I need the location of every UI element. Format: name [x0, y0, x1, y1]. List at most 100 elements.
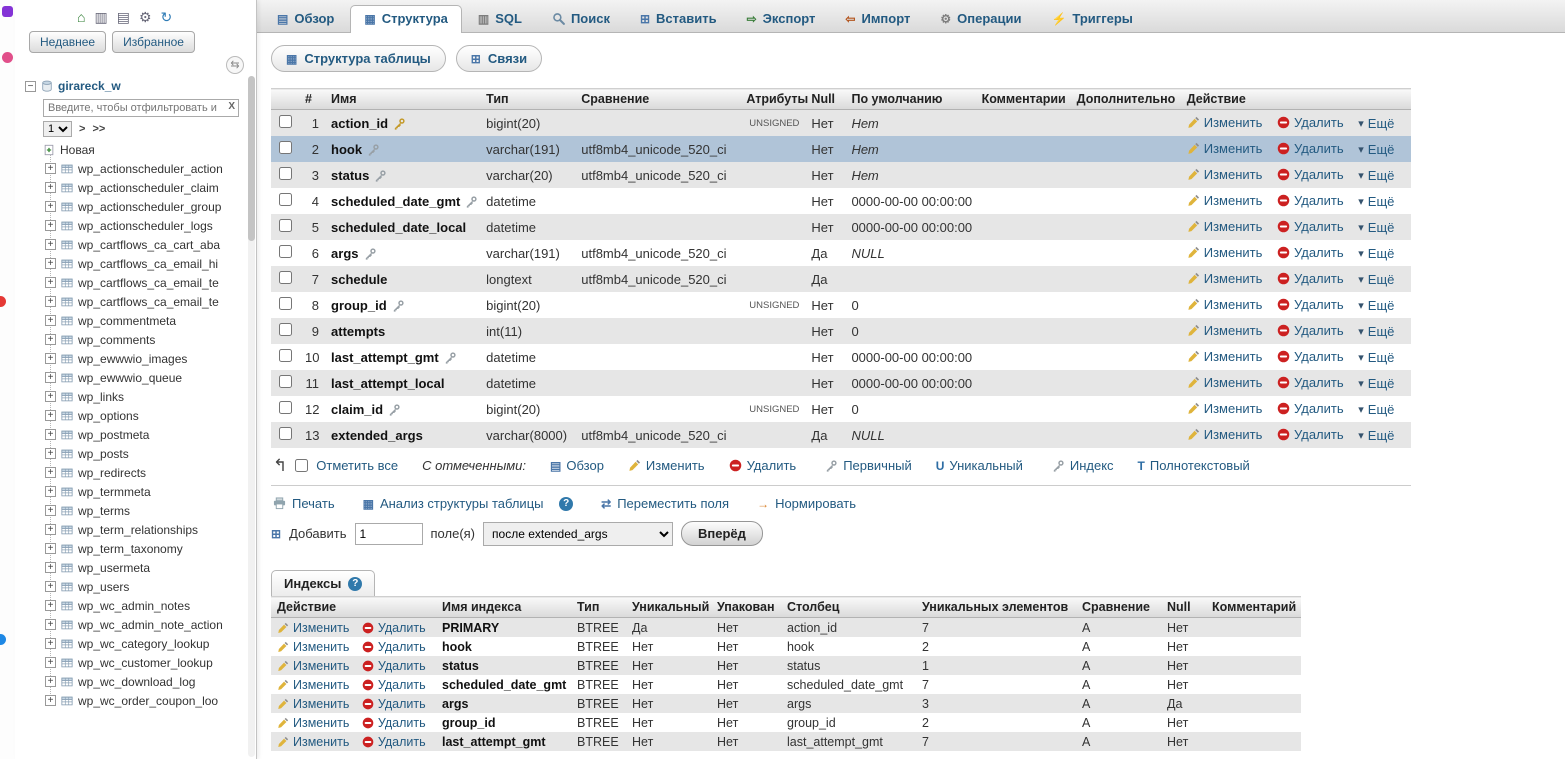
change-column-link[interactable]: Изменить — [1187, 297, 1262, 312]
expand-icon[interactable]: + — [45, 657, 56, 668]
more-actions-link[interactable]: ▾ Ещё — [1358, 376, 1394, 391]
row-checkbox[interactable] — [278, 115, 292, 128]
expand-icon[interactable]: + — [45, 201, 56, 212]
table-link[interactable]: wp_options — [78, 409, 139, 423]
tab-export[interactable]: ⇨ Экспорт — [733, 5, 830, 33]
change-column-link[interactable]: Изменить — [1187, 323, 1262, 338]
drop-column-link[interactable]: Удалить — [1277, 245, 1344, 260]
add-position-select[interactable]: после extended_args — [483, 521, 674, 546]
edit-index-link[interactable]: Изменить — [277, 678, 349, 692]
expand-icon[interactable]: + — [45, 334, 56, 345]
expand-icon[interactable]: + — [45, 410, 56, 421]
row-checkbox[interactable] — [278, 167, 292, 180]
tab-sql[interactable]: ▥ SQL — [464, 5, 536, 33]
edit-index-link[interactable]: Изменить — [277, 716, 349, 730]
home-icon[interactable]: ⌂ — [77, 9, 85, 25]
row-checkbox[interactable] — [278, 349, 292, 362]
selected-drop-button[interactable]: Удалить — [729, 458, 796, 473]
row-checkbox[interactable] — [278, 427, 292, 440]
check-all-label[interactable]: Отметить все — [316, 458, 398, 473]
selected-change-button[interactable]: Изменить — [628, 458, 705, 473]
table-link[interactable]: wp_actionscheduler_action — [78, 162, 223, 176]
drop-column-link[interactable]: Удалить — [1277, 271, 1344, 286]
more-actions-link[interactable]: ▾ Ещё — [1358, 298, 1394, 313]
row-checkbox[interactable] — [278, 245, 292, 258]
expand-icon[interactable]: + — [45, 695, 56, 706]
add-count-input[interactable] — [354, 522, 423, 545]
edit-index-link[interactable]: Изменить — [277, 659, 349, 673]
expand-icon[interactable]: + — [45, 258, 56, 269]
selected-primary-button[interactable]: Первичный — [820, 458, 912, 473]
table-link[interactable]: wp_users — [78, 580, 129, 594]
edit-index-link[interactable]: Изменить — [277, 621, 349, 635]
selected-unique-button[interactable]: U Уникальный — [936, 458, 1023, 473]
expand-icon[interactable]: + — [45, 467, 56, 478]
table-structure-button[interactable]: ▦ Структура таблицы — [271, 45, 446, 72]
collapse-all-icon[interactable]: ⇆ — [226, 56, 244, 74]
expand-icon[interactable]: + — [45, 581, 56, 592]
move-columns-button[interactable]: ⇄ Переместить поля — [601, 496, 729, 511]
page-last-link[interactable]: >> — [92, 123, 105, 135]
table-link[interactable]: wp_comments — [78, 333, 155, 347]
expand-icon[interactable]: + — [45, 315, 56, 326]
tab-triggers[interactable]: ⚡ Триггеры — [1037, 5, 1146, 33]
table-link[interactable]: wp_ewwwio_images — [78, 352, 187, 366]
row-checkbox[interactable] — [278, 401, 292, 414]
table-link[interactable]: wp_ewwwio_queue — [78, 371, 182, 385]
row-checkbox[interactable] — [278, 219, 292, 232]
edit-index-link[interactable]: Изменить — [277, 735, 349, 749]
table-link[interactable]: wp_actionscheduler_claim — [78, 181, 219, 195]
table-link[interactable]: wp_wc_customer_lookup — [78, 656, 213, 670]
row-checkbox[interactable] — [278, 297, 292, 310]
bookmark-icon[interactable] — [0, 634, 6, 645]
edit-index-link[interactable]: Изменить — [277, 640, 349, 654]
expand-icon[interactable]: + — [45, 505, 56, 516]
expand-icon[interactable]: + — [45, 562, 56, 573]
refresh-icon[interactable]: ↻ — [161, 9, 173, 25]
expand-icon[interactable]: + — [45, 239, 56, 250]
tab-browse[interactable]: ▤ Обзор — [263, 5, 348, 33]
page-select[interactable]: 1 — [43, 121, 72, 137]
selected-browse-button[interactable]: ▤ Обзор — [550, 458, 604, 473]
change-column-link[interactable]: Изменить — [1187, 141, 1262, 156]
table-link[interactable]: wp_wc_admin_note_action — [78, 618, 223, 632]
change-column-link[interactable]: Изменить — [1187, 245, 1262, 260]
table-link[interactable]: wp_actionscheduler_group — [78, 200, 221, 214]
change-column-link[interactable]: Изменить — [1187, 219, 1262, 234]
table-link[interactable]: wp_wc_admin_notes — [78, 599, 190, 613]
table-link[interactable]: wp_cartflows_ca_cart_aba — [78, 238, 220, 252]
change-column-link[interactable]: Изменить — [1187, 349, 1262, 364]
more-actions-link[interactable]: ▾ Ещё — [1358, 142, 1394, 157]
expand-icon[interactable]: + — [45, 638, 56, 649]
table-link[interactable]: wp_redirects — [78, 466, 146, 480]
table-link[interactable]: wp_cartflows_ca_email_hi — [78, 257, 218, 271]
drop-index-link[interactable]: Удалить — [362, 735, 426, 749]
table-link[interactable]: wp_term_relationships — [78, 523, 198, 537]
tab-insert[interactable]: ⊞ Вставить — [626, 5, 731, 33]
drop-index-link[interactable]: Удалить — [362, 621, 426, 635]
row-checkbox[interactable] — [278, 375, 292, 388]
selected-fulltext-button[interactable]: T Полнотекстовый — [1138, 458, 1250, 473]
row-checkbox[interactable] — [278, 271, 292, 284]
clear-filter-icon[interactable]: X — [228, 101, 235, 112]
table-link[interactable]: wp_wc_category_lookup — [78, 637, 209, 651]
bookmark-icon[interactable] — [2, 52, 13, 63]
table-link[interactable]: wp_commentmeta — [78, 314, 176, 328]
more-actions-link[interactable]: ▾ Ещё — [1358, 246, 1394, 261]
change-column-link[interactable]: Изменить — [1187, 115, 1262, 130]
table-link[interactable]: wp_cartflows_ca_email_te — [78, 295, 219, 309]
edit-index-link[interactable]: Изменить — [277, 697, 349, 711]
bookmark-icon[interactable] — [0, 296, 6, 307]
settings-icon[interactable]: ⚙ — [139, 9, 152, 25]
sql-window-icon[interactable]: ▥ — [94, 9, 107, 25]
row-checkbox[interactable] — [278, 141, 292, 154]
page-next-link[interactable]: > — [79, 123, 85, 135]
table-link[interactable]: wp_postmeta — [78, 428, 149, 442]
drop-index-link[interactable]: Удалить — [362, 697, 426, 711]
analyze-structure-button[interactable]: ▦ Анализ структуры таблицы ? — [363, 496, 574, 511]
change-column-link[interactable]: Изменить — [1187, 375, 1262, 390]
more-actions-link[interactable]: ▾ Ещё — [1358, 402, 1394, 417]
drop-column-link[interactable]: Удалить — [1277, 401, 1344, 416]
drop-column-link[interactable]: Удалить — [1277, 141, 1344, 156]
more-actions-link[interactable]: ▾ Ещё — [1358, 168, 1394, 183]
